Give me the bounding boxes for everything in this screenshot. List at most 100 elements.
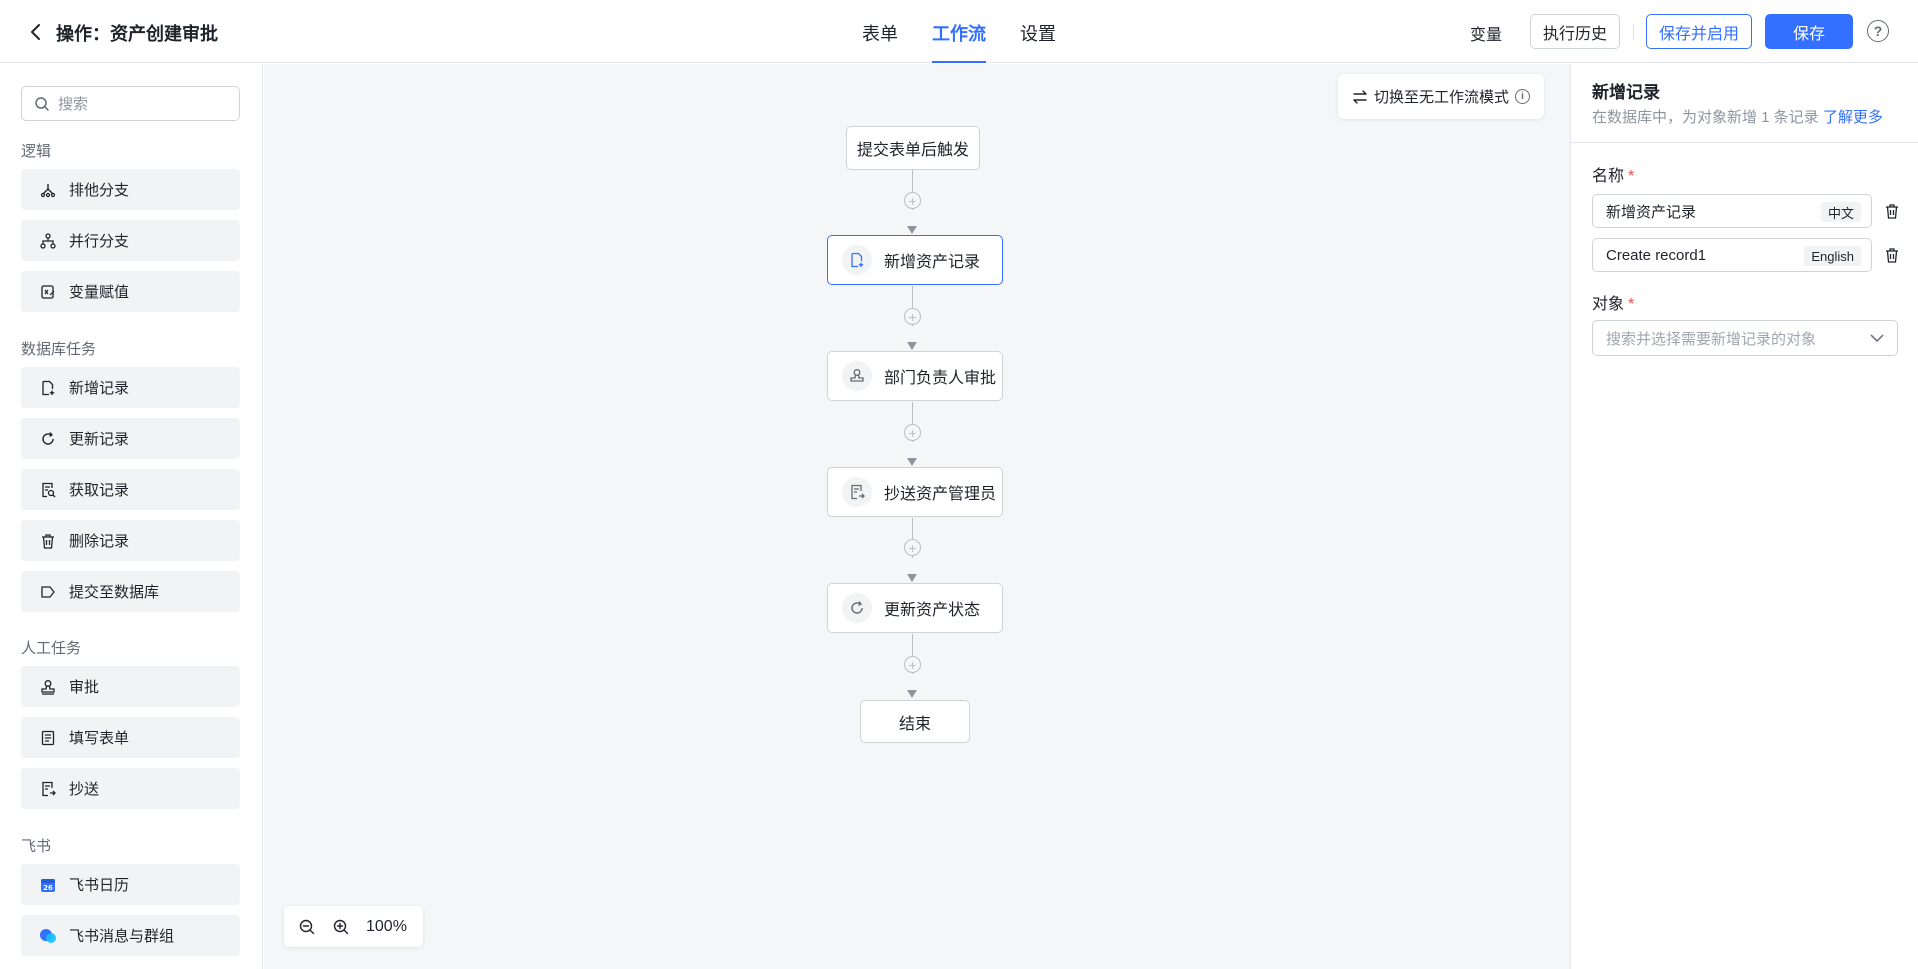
language-tag-en: English (1804, 246, 1861, 266)
object-field-label: 对象 * (1592, 290, 1634, 314)
add-step-button[interactable]: + (904, 656, 921, 673)
palette-item-add-record[interactable]: 新增记录 (21, 367, 240, 408)
calendar-day: 26 (43, 884, 53, 892)
workflow-node-update[interactable]: 更新资产状态 (827, 583, 1003, 633)
tab-form[interactable]: 表单 (862, 0, 898, 63)
workflow-node-add-record[interactable]: 新增资产记录 (827, 235, 1003, 285)
cc-icon (842, 477, 872, 507)
palette-item-label: 新增记录 (69, 380, 130, 397)
group-title-feishu: 飞书 (21, 838, 52, 855)
zoom-controls: 100% (284, 906, 423, 947)
arrow-head (907, 458, 917, 466)
top-bar: 操作：资产创建审批 表单 工作流 设置 变量 执行历史 保存并启用 保存 ? (0, 0, 1918, 63)
node-label: 结束 (898, 715, 931, 733)
add-step-button[interactable]: + (904, 192, 921, 209)
palette-item-fill-form[interactable]: 填写表单 (21, 717, 240, 758)
name-field-label: 名称 * (1592, 162, 1634, 186)
delete-icon[interactable] (1883, 202, 1901, 220)
required-mark: * (1628, 296, 1635, 313)
variables-button[interactable]: 变量 (1470, 21, 1502, 45)
zoom-out-icon[interactable] (296, 916, 318, 938)
message-icon (39, 927, 57, 945)
palette-item-approval[interactable]: 审批 (21, 666, 240, 707)
workflow-node-cc[interactable]: 抄送资产管理员 (827, 467, 1003, 517)
node-label: 提交表单后触发 (856, 142, 969, 159)
cc-icon (39, 780, 57, 798)
zoom-in-icon[interactable] (330, 916, 352, 938)
required-mark: * (1628, 168, 1635, 185)
palette-item-feishu-calendar[interactable]: 26 飞书日历 (21, 864, 240, 905)
search-box[interactable] (21, 86, 240, 121)
add-step-button[interactable]: + (904, 308, 921, 325)
arrow-head (907, 690, 917, 698)
add-step-button[interactable]: + (904, 424, 921, 441)
back-arrow-icon[interactable] (24, 20, 48, 44)
page-title: 操作：资产创建审批 (56, 24, 218, 44)
commit-icon (39, 583, 57, 601)
tab-settings[interactable]: 设置 (1020, 0, 1056, 63)
palette-item-get-record[interactable]: 获取记录 (21, 469, 240, 510)
add-record-icon (842, 245, 872, 275)
workflow-node-end[interactable]: 结束 (860, 700, 970, 743)
properties-panel: 新增记录 在数据库中，为对象新增 1 条记录 了解更多 名称 * 新增资产记录 中… (1570, 64, 1918, 969)
object-label-text: 对象 (1592, 296, 1625, 313)
palette-item-update-record[interactable]: 更新记录 (21, 418, 240, 459)
palette-item-label: 并行分支 (69, 233, 130, 250)
palette-item-parallel-branch[interactable]: 并行分支 (21, 220, 240, 261)
panel-title: 新增记录 (1592, 83, 1660, 102)
palette-item-cc[interactable]: 抄送 (21, 768, 240, 809)
language-tag-zh: 中文 (1820, 202, 1861, 222)
group-title-database: 数据库任务 (21, 341, 97, 358)
object-select[interactable]: 搜索并选择需要新增记录的对象 (1592, 320, 1898, 356)
delete-record-icon (39, 532, 57, 550)
palette-item-feishu-message[interactable]: 飞书消息与群组 (21, 915, 240, 956)
switch-mode-button[interactable]: 切换至无工作流模式 i (1338, 74, 1544, 119)
name-en-input[interactable]: Create record1 English (1592, 238, 1872, 272)
palette-item-exclusive-branch[interactable]: 排他分支 (21, 169, 240, 210)
name-label-text: 名称 (1592, 168, 1625, 185)
palette-item-delete-record[interactable]: 删除记录 (21, 520, 240, 561)
panel-subtitle: 在数据库中，为对象新增 1 条记录 了解更多 (1592, 106, 1883, 127)
name-zh-input[interactable]: 新增资产记录 中文 (1592, 194, 1872, 228)
info-icon: i (1515, 89, 1531, 104)
help-icon[interactable]: ? (1867, 20, 1889, 42)
parallel-branch-icon (39, 232, 57, 250)
palette-item-label: 审批 (69, 679, 100, 696)
group-title-logic: 逻辑 (21, 143, 52, 160)
palette-item-label: 删除记录 (69, 533, 130, 550)
workflow-node-approval[interactable]: 部门负责人审批 (827, 351, 1003, 401)
execution-history-button[interactable]: 执行历史 (1530, 14, 1620, 49)
workflow-canvas[interactable]: 切换至无工作流模式 i + + + + + 提交表单后触发 新增资产记录 部门负… (264, 64, 1570, 969)
palette-item-variable-assign[interactable]: 变量赋值 (21, 271, 240, 312)
name-zh-value: 新增资产记录 (1606, 203, 1697, 221)
fill-form-icon (39, 729, 57, 747)
palette-item-label: 飞书日历 (69, 877, 130, 894)
palette-item-label: 提交至数据库 (69, 584, 160, 601)
swap-icon (1352, 89, 1368, 104)
node-label: 更新资产状态 (884, 602, 981, 619)
arrow-head (907, 226, 917, 234)
delete-icon[interactable] (1883, 246, 1901, 264)
search-input[interactable] (58, 93, 228, 115)
panel-divider (1571, 142, 1918, 143)
switch-mode-label: 切换至无工作流模式 (1374, 89, 1510, 106)
workflow-node-trigger[interactable]: 提交表单后触发 (846, 126, 980, 170)
search-icon (34, 96, 50, 117)
add-step-button[interactable]: + (904, 539, 921, 556)
object-select-placeholder: 搜索并选择需要新增记录的对象 (1606, 330, 1817, 348)
get-record-icon (39, 481, 57, 499)
palette-item-label: 获取记录 (69, 482, 130, 499)
node-palette-sidebar: 逻辑 排他分支 并行分支 变量赋值 数据库任务 新增记录 更新记录 获取记录 删… (0, 64, 263, 969)
palette-item-commit-database[interactable]: 提交至数据库 (21, 571, 240, 612)
node-label: 新增资产记录 (884, 254, 981, 271)
save-and-enable-button[interactable]: 保存并启用 (1646, 14, 1752, 49)
learn-more-link[interactable]: 了解更多 (1823, 109, 1883, 126)
save-button[interactable]: 保存 (1765, 14, 1853, 49)
name-en-value: Create record1 (1606, 246, 1707, 264)
zoom-level: 100% (366, 917, 407, 935)
update-record-icon (842, 593, 872, 623)
palette-item-label: 填写表单 (69, 730, 130, 747)
exclusive-branch-icon (39, 181, 57, 199)
palette-item-label: 变量赋值 (69, 284, 130, 301)
tab-workflow[interactable]: 工作流 (932, 0, 986, 63)
